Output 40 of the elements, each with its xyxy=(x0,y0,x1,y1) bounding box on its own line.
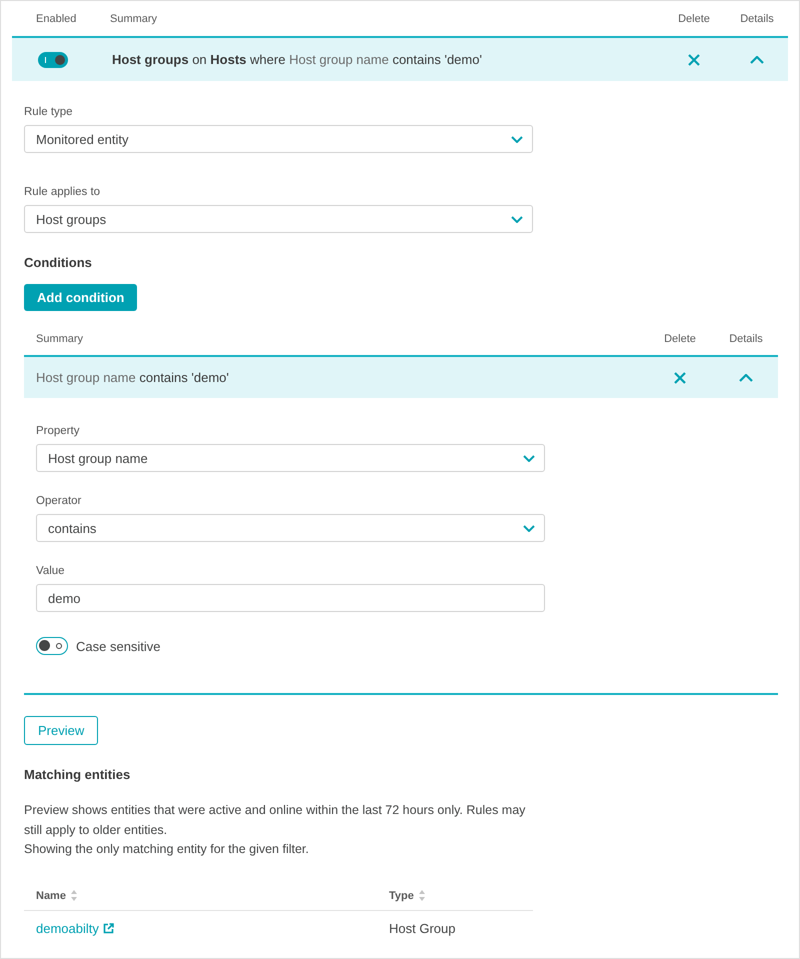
chevron-down-icon xyxy=(511,136,523,142)
field-label: Value xyxy=(36,564,65,578)
dropdown[interactable]: Host group name xyxy=(36,444,545,472)
column-header: Delete xyxy=(664,332,696,344)
field-label: Operator xyxy=(36,494,82,508)
chevron-up-icon[interactable] xyxy=(750,56,764,64)
note-text: Showing the only matching entity for the given filter. xyxy=(24,841,310,858)
table-cell: Host Group xyxy=(389,920,456,936)
chevron-down-icon xyxy=(523,524,535,532)
dropdown[interactable]: Host groups xyxy=(24,205,533,233)
toggle-switch[interactable] xyxy=(36,637,68,655)
chevron-down-icon xyxy=(511,216,523,222)
section-title: Conditions xyxy=(24,255,92,271)
description-text: Preview shows entities that were active and online within the last 72 hours only. Rules may still apply to older entities. xyxy=(24,802,526,839)
column-header: Details xyxy=(729,332,763,344)
external-link-icon xyxy=(102,922,114,934)
field-label: Rule applies to xyxy=(24,185,100,199)
field-label: Property xyxy=(36,424,80,438)
column-header: Summary xyxy=(110,12,158,24)
column-header: Details xyxy=(740,12,774,24)
sort-icon xyxy=(70,890,77,901)
section-title: Matching entities xyxy=(24,767,130,783)
chevron-down-icon xyxy=(523,454,535,462)
sort-icon xyxy=(418,890,425,901)
chevron-up-icon[interactable] xyxy=(739,374,753,382)
input-field[interactable]: demo xyxy=(36,584,545,612)
toggle-label: Case sensitive xyxy=(76,638,161,654)
column-header: Enabled xyxy=(36,12,76,24)
sortable-column-header[interactable]: Type xyxy=(389,890,425,902)
field-label: Rule type xyxy=(24,105,73,119)
column-header: Delete xyxy=(678,12,710,24)
sortable-column-header[interactable]: Name xyxy=(36,890,77,902)
rule-summary: Host groups on Hosts where Host group name contains 'demo' xyxy=(112,52,482,67)
x-icon[interactable] xyxy=(688,54,700,66)
column-header: Summary xyxy=(36,332,84,344)
dropdown[interactable]: contains xyxy=(36,514,545,542)
x-icon[interactable] xyxy=(674,372,686,384)
condition-summary: Host group name contains 'demo' xyxy=(36,370,229,385)
toggle-switch[interactable] xyxy=(38,52,68,68)
dropdown[interactable]: Monitored entity xyxy=(24,125,533,153)
